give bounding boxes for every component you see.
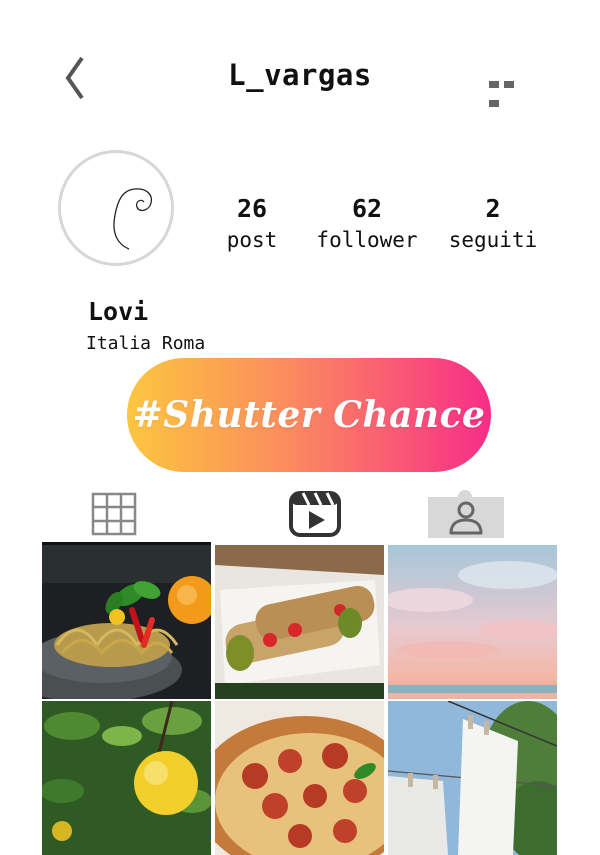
post-thumbnail-lemon[interactable]: [42, 701, 211, 855]
stat-following-label: seguiti: [448, 228, 538, 252]
tagged-user-icon: [449, 501, 483, 534]
location-text: Italia Roma: [86, 333, 206, 354]
more-options-icon[interactable]: [489, 73, 531, 107]
shutter-chance-banner[interactable]: #Shutter Chance: [127, 358, 491, 472]
reels-icon: [289, 491, 341, 537]
post-thumbnail-cannoli[interactable]: [215, 545, 384, 699]
tab-grid[interactable]: [58, 488, 170, 540]
post-thumbnail-sky[interactable]: [388, 545, 557, 699]
tab-tagged[interactable]: [428, 497, 504, 538]
grid-icon: [91, 492, 137, 536]
avatar[interactable]: [58, 150, 174, 266]
stat-following[interactable]: 2 seguiti: [433, 195, 553, 255]
display-name: Lovi: [88, 297, 149, 326]
post-thumbnail-pasta[interactable]: [42, 545, 211, 699]
post-thumbnail-laundry[interactable]: [388, 701, 557, 855]
stat-posts[interactable]: 26 post: [192, 195, 312, 255]
tab-reels[interactable]: [257, 488, 373, 540]
stat-posts-value: 26: [236, 194, 268, 223]
stat-followers-value: 62: [351, 194, 383, 223]
tab-notch: [458, 490, 472, 498]
stat-posts-label: post: [226, 228, 278, 252]
stat-followers-label: follower: [316, 228, 418, 252]
stat-followers[interactable]: 62 follower: [307, 195, 427, 255]
banner-text: #Shutter Chance: [132, 394, 486, 436]
stat-following-value: 2: [485, 194, 501, 223]
post-thumbnail-pizza[interactable]: [215, 701, 384, 855]
